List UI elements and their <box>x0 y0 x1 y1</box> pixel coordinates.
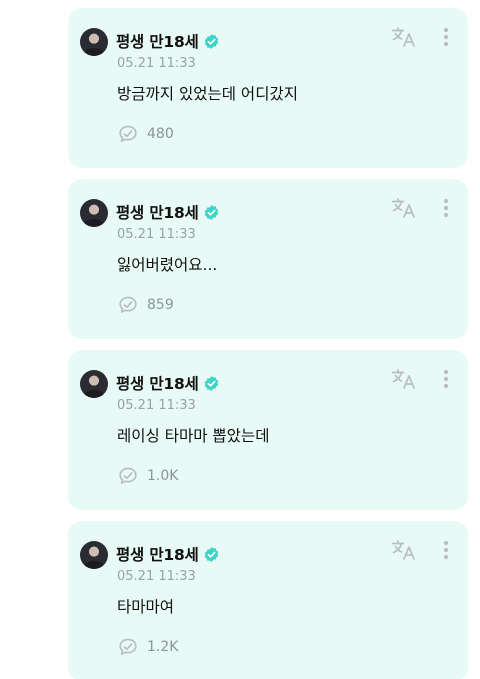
more-options-button[interactable] <box>436 539 456 565</box>
more-vertical-icon <box>443 369 449 393</box>
verified-badge-icon <box>203 546 220 563</box>
message-text: 방금까지 있었는데 어디갔지 <box>117 85 298 103</box>
verified-badge-icon <box>203 33 220 50</box>
post-feed: 평생 만18세 05.21 11:33 방금까지 있었는데 어디갔지 480 평… <box>0 0 480 679</box>
timestamp: 05.21 11:33 <box>117 227 196 242</box>
reply-button[interactable]: 480 <box>117 124 174 144</box>
translate-button[interactable] <box>390 539 418 565</box>
message-text: 잃어버렸어요... <box>117 256 218 274</box>
message-text: 레이싱 타마마 뽑았는데 <box>117 427 270 445</box>
timestamp: 05.21 11:33 <box>117 398 196 413</box>
avatar[interactable] <box>80 541 108 569</box>
translate-icon <box>391 26 417 52</box>
translate-icon <box>391 368 417 394</box>
author-name[interactable]: 평생 만18세 <box>116 543 199 565</box>
author-name[interactable]: 평생 만18세 <box>116 30 199 52</box>
author-row: 평생 만18세 <box>116 543 220 565</box>
post-card[interactable]: 평생 만18세 05.21 11:33 잃어버렸어요... 859 <box>68 179 468 339</box>
reply-button[interactable]: 1.2K <box>117 637 178 657</box>
reply-count: 1.0K <box>147 468 179 484</box>
post-card[interactable]: 평생 만18세 05.21 11:33 레이싱 타마마 뽑았는데 1.0K <box>68 350 468 510</box>
reply-count: 1.2K <box>147 639 179 655</box>
post-card[interactable]: 평생 만18세 05.21 11:33 타마마여 1.2K <box>68 521 468 679</box>
reply-bubble-icon <box>117 637 139 657</box>
message-text: 타마마여 <box>117 598 175 616</box>
avatar[interactable] <box>80 370 108 398</box>
verified-badge-icon <box>203 375 220 392</box>
translate-icon <box>391 539 417 565</box>
timestamp: 05.21 11:33 <box>117 56 196 71</box>
translate-button[interactable] <box>390 197 418 223</box>
verified-badge-icon <box>203 204 220 221</box>
more-options-button[interactable] <box>436 368 456 394</box>
translate-icon <box>391 197 417 223</box>
author-row: 평생 만18세 <box>116 30 220 52</box>
reply-bubble-icon <box>117 295 139 315</box>
more-vertical-icon <box>443 198 449 222</box>
reply-count: 859 <box>147 297 174 313</box>
author-row: 평생 만18세 <box>116 372 220 394</box>
author-row: 평생 만18세 <box>116 201 220 223</box>
timestamp: 05.21 11:33 <box>117 569 196 584</box>
reply-button[interactable]: 859 <box>117 295 174 315</box>
more-options-button[interactable] <box>436 26 456 52</box>
translate-button[interactable] <box>390 26 418 52</box>
reply-bubble-icon <box>117 466 139 486</box>
reply-count: 480 <box>147 126 174 142</box>
translate-button[interactable] <box>390 368 418 394</box>
avatar[interactable] <box>80 199 108 227</box>
author-name[interactable]: 평생 만18세 <box>116 201 199 223</box>
avatar[interactable] <box>80 28 108 56</box>
more-vertical-icon <box>443 27 449 51</box>
author-name[interactable]: 평생 만18세 <box>116 372 199 394</box>
post-card[interactable]: 평생 만18세 05.21 11:33 방금까지 있었는데 어디갔지 480 <box>68 8 468 168</box>
more-vertical-icon <box>443 540 449 564</box>
more-options-button[interactable] <box>436 197 456 223</box>
reply-bubble-icon <box>117 124 139 144</box>
reply-button[interactable]: 1.0K <box>117 466 178 486</box>
